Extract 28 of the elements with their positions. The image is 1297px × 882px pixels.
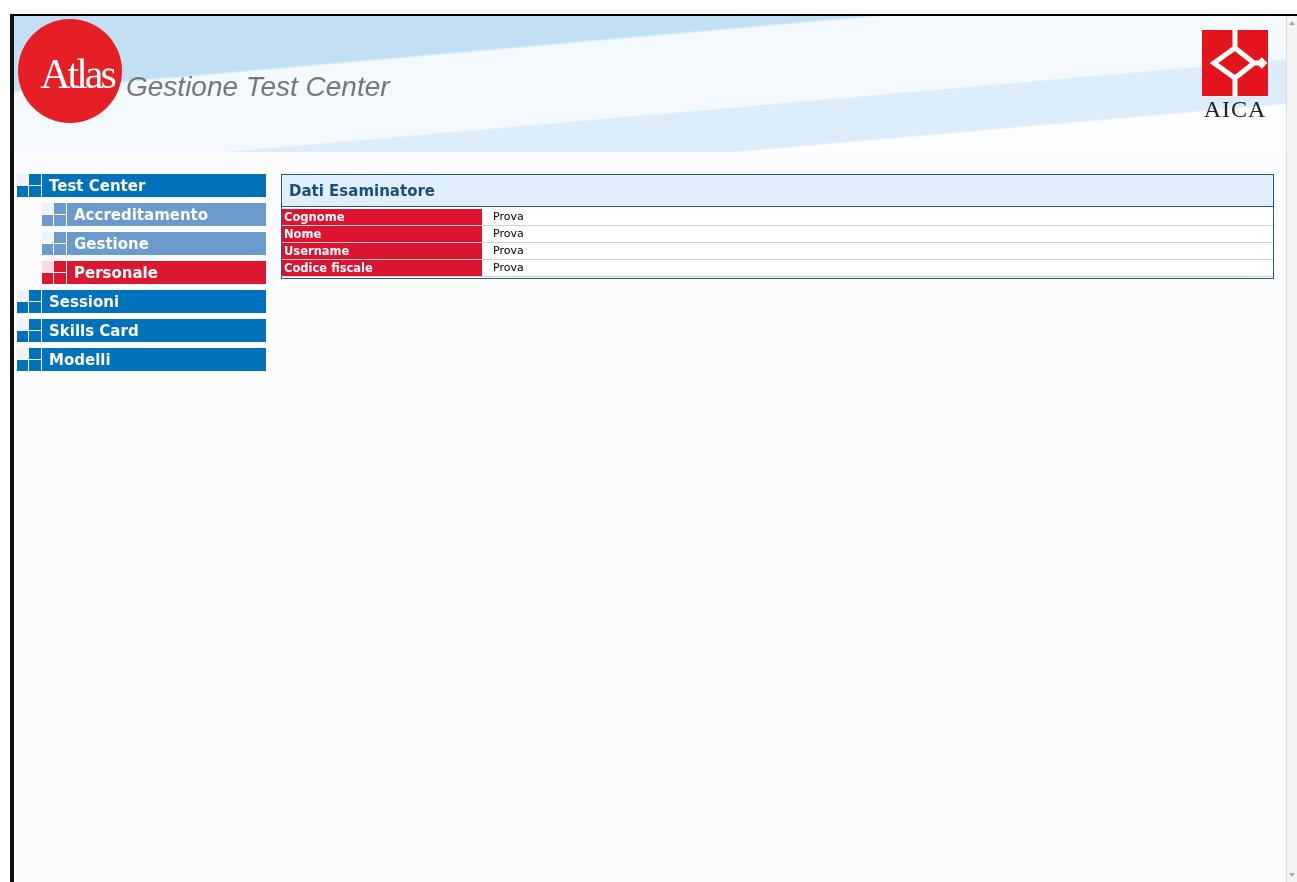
nav-item[interactable]: Personale — [67, 261, 266, 284]
nav-item[interactable]: Accreditamento — [67, 203, 266, 226]
squares-icon — [17, 319, 41, 342]
nav-item[interactable]: Skills Card — [42, 319, 266, 342]
nav-item[interactable]: Gestione — [67, 232, 266, 255]
field-label: Nome — [282, 226, 482, 242]
diamond-logo-icon — [1202, 30, 1268, 96]
squares-icon — [42, 261, 66, 284]
nav-item[interactable]: Sessioni — [42, 290, 266, 313]
field-value: Prova — [492, 209, 524, 225]
field-value: Prova — [492, 243, 524, 259]
nav-item[interactable]: Modelli — [42, 348, 266, 371]
nav-item[interactable]: Test Center — [42, 174, 266, 197]
logo-text: Atlas — [40, 50, 114, 98]
squares-icon — [42, 232, 66, 255]
field-value: Prova — [492, 226, 524, 242]
field-label: Codice fiscale — [282, 260, 482, 276]
panel-title: Dati Esaminatore — [289, 181, 436, 200]
app-title: Gestione Test Center — [126, 71, 390, 103]
field-value: Prova — [492, 260, 524, 276]
squares-icon — [17, 290, 41, 313]
squares-icon — [17, 348, 41, 371]
partner-logo-text: AICA — [1203, 96, 1267, 122]
squares-icon — [42, 203, 66, 226]
squares-icon — [17, 174, 41, 197]
field-label: Cognome — [282, 209, 482, 225]
scrollbar[interactable] — [1286, 16, 1297, 882]
field-label: Username — [282, 243, 482, 259]
